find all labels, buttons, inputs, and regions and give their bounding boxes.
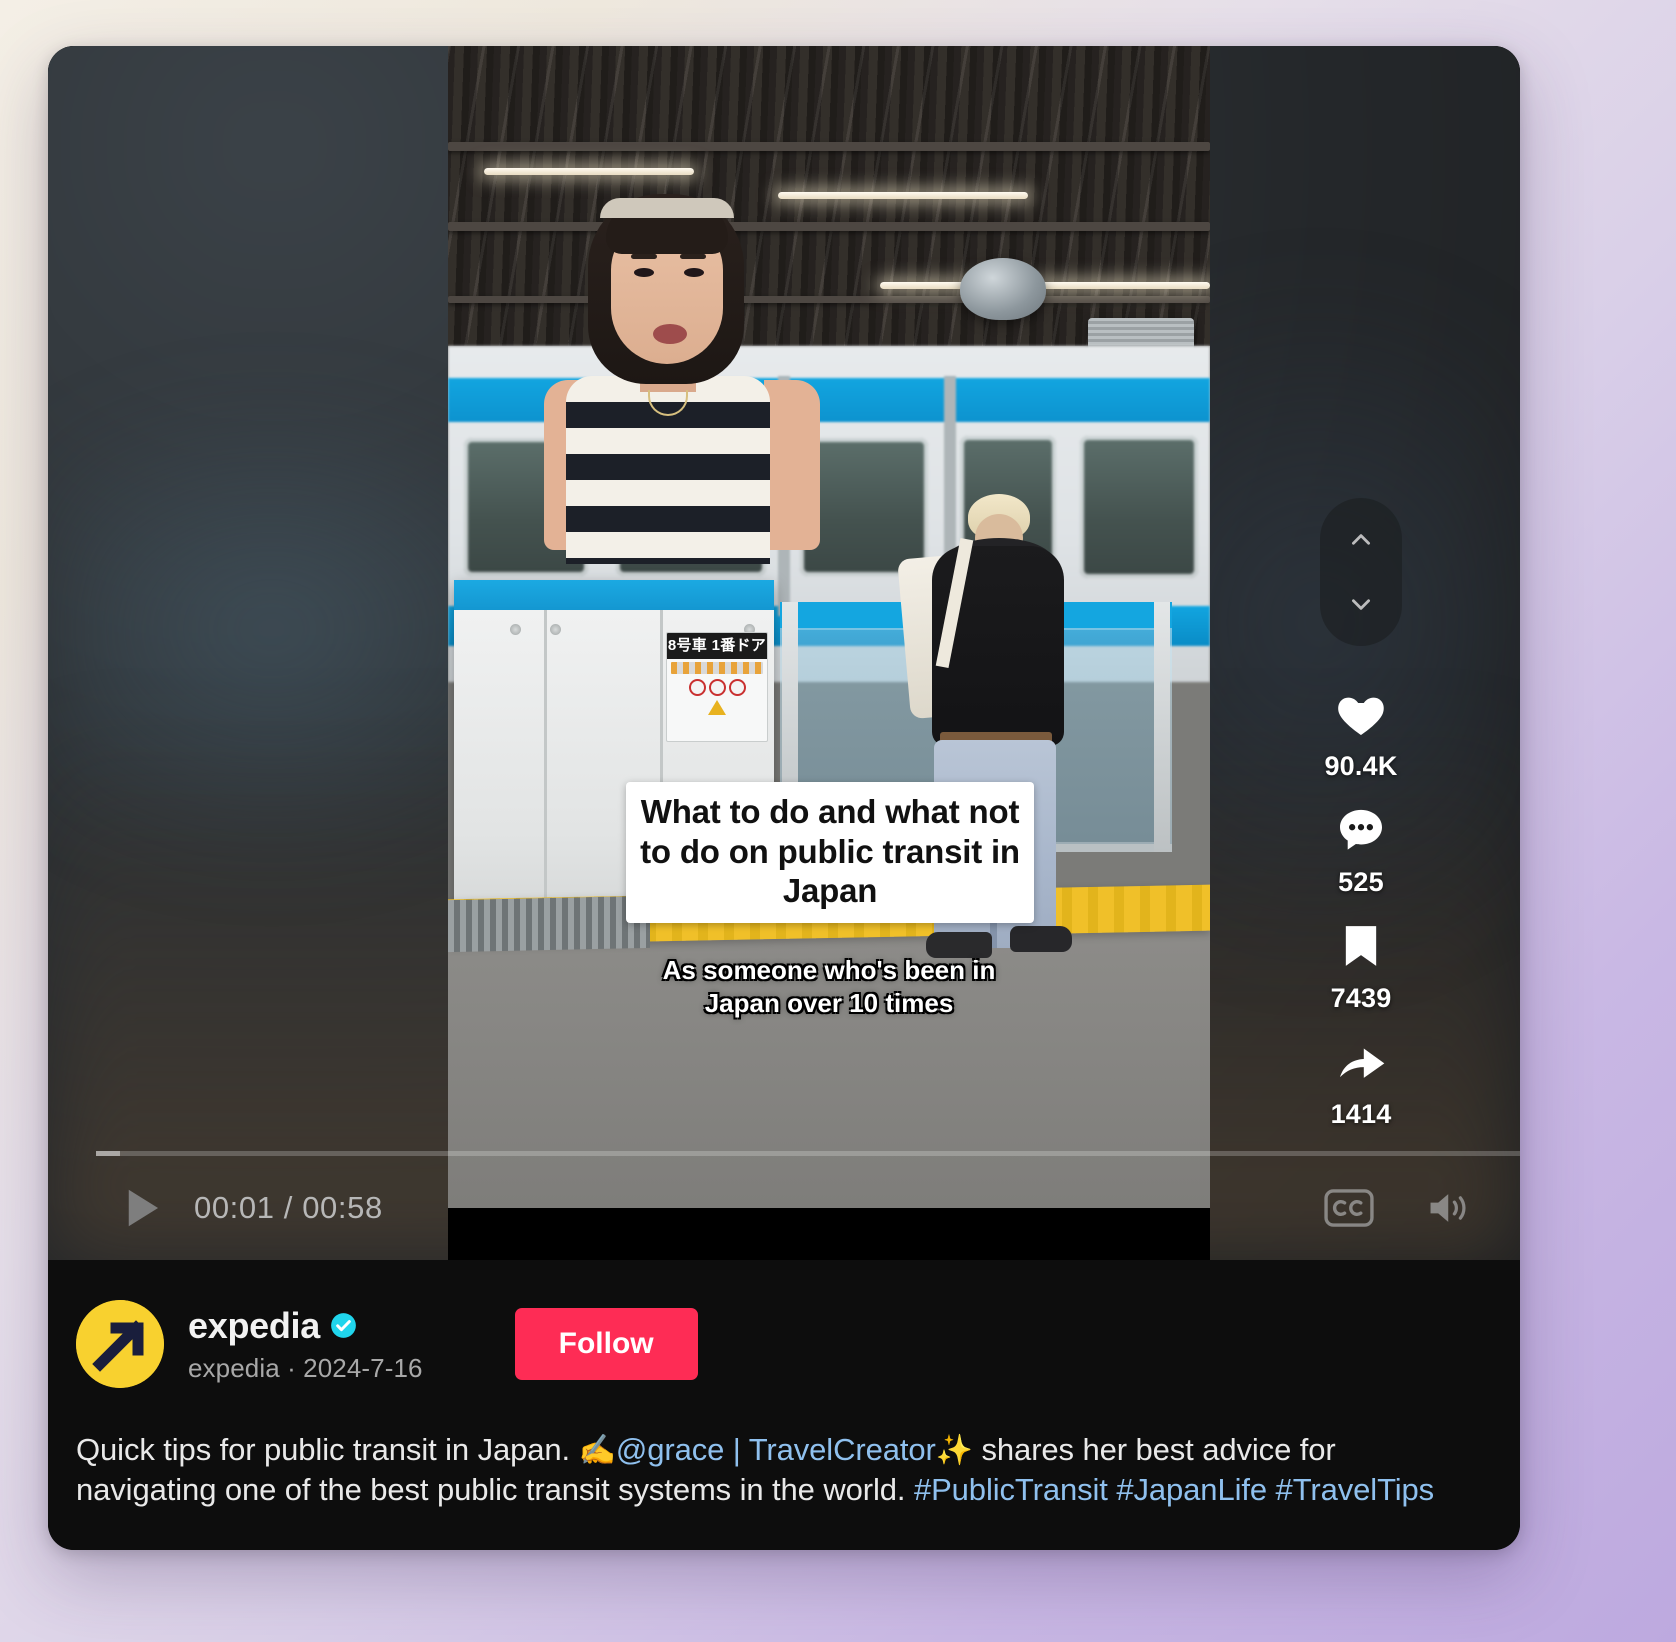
platform-screen-door-stripe [454, 580, 774, 610]
creator-eyebrow [680, 254, 706, 259]
comment-icon[interactable] [1333, 802, 1389, 858]
mention-link[interactable]: @grace [616, 1432, 725, 1467]
fence-post [1154, 602, 1170, 852]
comment-button[interactable]: 525 [1333, 802, 1389, 898]
chevron-down-icon[interactable] [1340, 591, 1382, 617]
video-player-card: 8号車 1番ドア What to do and what not to do o… [48, 46, 1520, 1550]
door-sign-prohibition-icons [667, 679, 767, 696]
video-description: Quick tips for public transit in Japan. … [76, 1430, 1472, 1511]
creator-mouth [653, 324, 687, 344]
volume-on-icon[interactable] [1424, 1188, 1474, 1228]
description-segment-1: Quick tips for public transit in Japan. [76, 1432, 579, 1467]
ceiling-dome-light [960, 258, 1046, 320]
profile-text: expedia expedia · 2024-7-16 [188, 1305, 423, 1384]
action-rail: 90.4K 525 7439 1414 [1308, 498, 1414, 1150]
passenger-shoe [1010, 926, 1072, 952]
door-seam [544, 610, 547, 940]
creator-headband [600, 198, 734, 218]
play-icon[interactable] [124, 1185, 162, 1231]
ceiling-beam [448, 222, 1210, 231]
avatar[interactable] [76, 1300, 164, 1388]
bookmark-icon[interactable] [1333, 918, 1389, 974]
creator-eye [684, 268, 704, 277]
door-sign-stripe [671, 662, 763, 674]
display-name[interactable]: expedia [188, 1305, 320, 1347]
heart-icon[interactable] [1333, 686, 1389, 742]
writing-hand-emoji: ✍️ [578, 1434, 616, 1467]
share-button[interactable]: 1414 [1331, 1034, 1392, 1130]
video-caption-subtitle: As someone who's been in Japan over 10 t… [448, 954, 1210, 1021]
profile-row: expedia expedia · 2024-7-16 Follow [76, 1300, 1472, 1388]
handle-and-date: expedia · 2024-7-16 [188, 1352, 423, 1383]
subtitle-line-1: As someone who's been in [662, 955, 996, 985]
share-count: 1414 [1330, 1099, 1392, 1129]
ceiling-beam [448, 296, 1210, 303]
hashtag-link[interactable]: #JapanLife [1116, 1472, 1267, 1507]
platform-door-sign: 8号車 1番ドア [666, 632, 768, 742]
bookmark-button[interactable]: 7439 [1331, 918, 1392, 1014]
creator-eye [634, 268, 654, 277]
video-caption-title: What to do and what not to do on public … [626, 782, 1034, 923]
ceiling-beam [448, 142, 1210, 151]
video-content: 8号車 1番ドア What to do and what not to do o… [448, 46, 1210, 1208]
bookmark-count: 7439 [1330, 983, 1392, 1013]
expedia-logo-icon [76, 1300, 164, 1388]
door-sign-label: 8号車 1番ドア [667, 633, 767, 659]
display-name-row: expedia [188, 1305, 423, 1347]
mention-separator: | [724, 1432, 749, 1467]
hashtag-link[interactable]: #PublicTransit [914, 1472, 1108, 1507]
train-window [1080, 436, 1198, 578]
comment-count: 525 [1338, 867, 1384, 897]
creator-shoulder [764, 380, 820, 550]
floor-grate [448, 895, 650, 953]
video-meta-panel: expedia expedia · 2024-7-16 Follow Quick… [48, 1260, 1520, 1550]
chevron-up-icon[interactable] [1340, 527, 1382, 553]
video-nav-pill [1320, 498, 1402, 646]
video-controls-bar: 00:01 / 00:58 [48, 1156, 1520, 1260]
creator-eyebrow [631, 254, 657, 259]
creator-tag-link[interactable]: TravelCreator [749, 1432, 936, 1467]
sparkles-emoji: ✨ [935, 1434, 973, 1467]
door-bolt [510, 624, 521, 635]
hashtag-link[interactable]: #TravelTips [1276, 1472, 1435, 1507]
door-bolt [550, 624, 561, 635]
warning-triangle-icon [708, 700, 726, 715]
like-button[interactable]: 90.4K [1324, 686, 1397, 782]
share-icon[interactable] [1333, 1034, 1389, 1090]
video-frame: 8号車 1番ドア What to do and what not to do o… [448, 46, 1210, 1260]
follow-button[interactable]: Follow [514, 1308, 698, 1380]
time-display: 00:01 / 00:58 [194, 1190, 383, 1225]
closed-captions-icon[interactable] [1324, 1188, 1374, 1228]
subtitle-line-2: Japan over 10 times [704, 988, 954, 1019]
like-count: 90.4K [1324, 751, 1398, 781]
controls-right-group [1324, 1188, 1474, 1228]
verified-badge-icon [331, 1313, 356, 1338]
ceiling-light [484, 168, 694, 175]
video-stage[interactable]: 8号車 1番ドア What to do and what not to do o… [48, 46, 1520, 1260]
ceiling-light [778, 192, 1028, 199]
